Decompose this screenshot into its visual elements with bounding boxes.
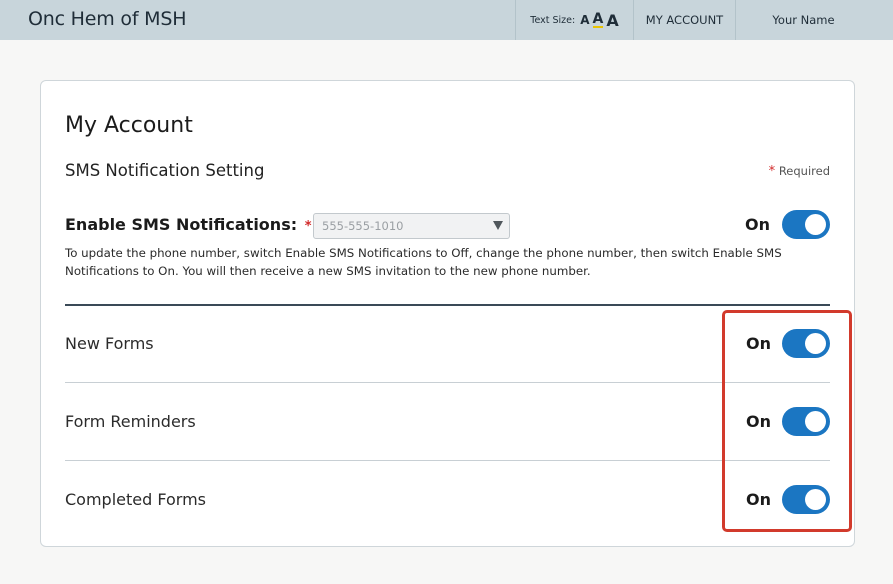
page-title: My Account (65, 113, 193, 138)
text-size-medium-button[interactable]: A (592, 12, 604, 28)
pref-label-form-reminders: Form Reminders (65, 412, 196, 431)
phone-number-select[interactable]: 555-555-1010 (313, 213, 510, 239)
enable-sms-toggle[interactable] (782, 210, 830, 239)
toggle-knob (805, 489, 826, 510)
required-label: Required (778, 164, 830, 178)
top-bar: Onc Hem of MSH Text Size: A A A MY ACCOU… (0, 0, 893, 40)
my-account-link[interactable]: MY ACCOUNT (633, 0, 735, 40)
pref-label-completed-forms: Completed Forms (65, 490, 206, 509)
row-divider (65, 460, 830, 461)
user-menu[interactable]: Your Name (735, 0, 893, 40)
text-size-small-button[interactable]: A (580, 13, 589, 27)
text-size-control: Text Size: A A A (515, 0, 633, 40)
section-divider (65, 304, 830, 306)
completed-forms-toggle[interactable] (782, 485, 830, 514)
text-size-label: Text Size: (530, 14, 576, 26)
top-nav: Text Size: A A A MY ACCOUNT Your Name (515, 0, 893, 40)
new-forms-toggle[interactable] (782, 329, 830, 358)
pref-state-new-forms: On (746, 334, 771, 353)
caret-down-icon (493, 221, 503, 230)
toggle-knob (805, 411, 826, 432)
pref-state-completed-forms: On (746, 490, 771, 509)
enable-sms-label: Enable SMS Notifications: * (65, 215, 312, 234)
pref-state-form-reminders: On (746, 412, 771, 431)
enable-sms-row: Enable SMS Notifications: * 555-555-1010… (65, 210, 830, 239)
phone-number-value: 555-555-1010 (322, 219, 404, 233)
text-size-large-button[interactable]: A (606, 11, 618, 30)
account-card: My Account SMS Notification Setting * Re… (40, 80, 855, 547)
row-divider (65, 382, 830, 383)
required-note: * Required (769, 164, 830, 179)
required-star-icon: * (304, 219, 312, 234)
form-reminders-toggle[interactable] (782, 407, 830, 436)
pref-label-new-forms: New Forms (65, 334, 154, 353)
enable-sms-label-text: Enable SMS Notifications: (65, 215, 298, 234)
required-star: * (768, 164, 776, 179)
sms-help-text: To update the phone number, switch Enabl… (65, 246, 782, 278)
enable-sms-state-label: On (745, 215, 770, 234)
section-title: SMS Notification Setting (65, 161, 265, 180)
toggle-knob (805, 214, 826, 235)
app-title: Onc Hem of MSH (28, 8, 187, 30)
toggle-knob (805, 333, 826, 354)
